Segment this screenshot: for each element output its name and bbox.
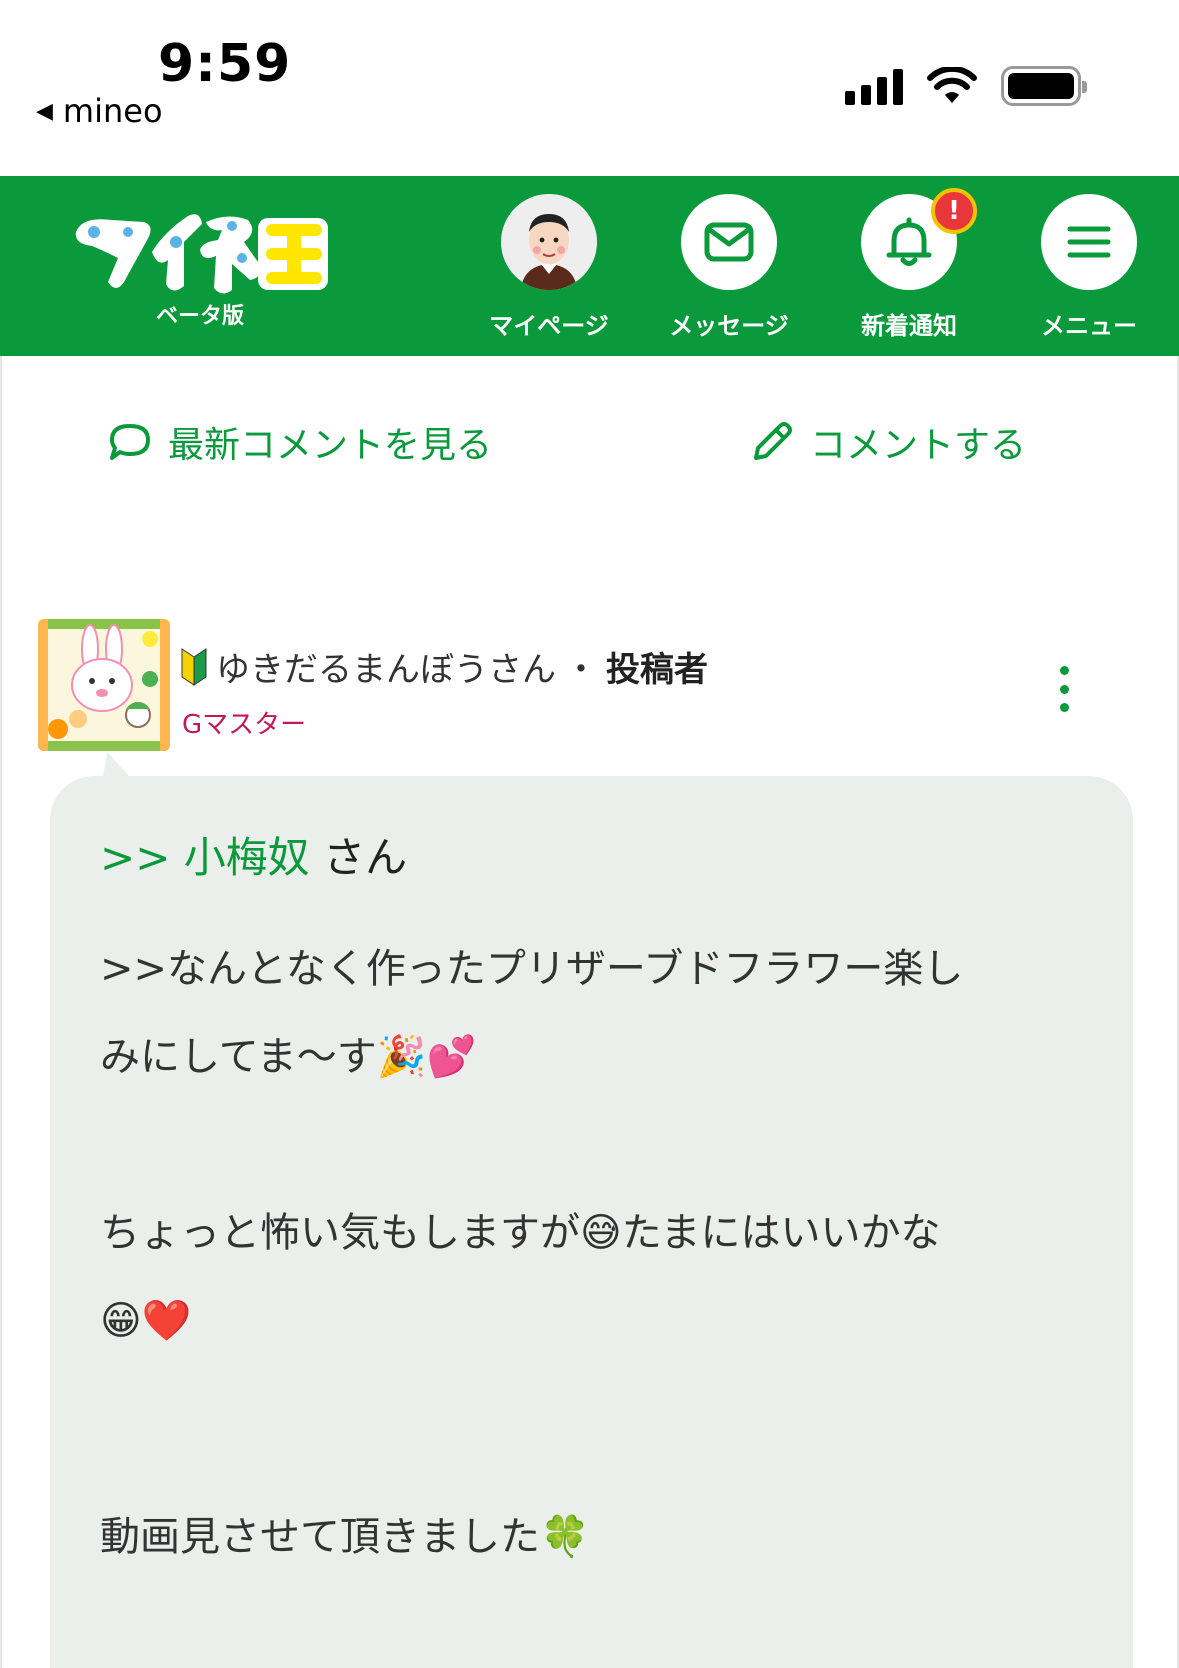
nav-mypage[interactable]: マイページ <box>474 194 624 341</box>
bell-icon <box>886 217 932 266</box>
poster-role: 投稿者 <box>606 650 708 690</box>
site-logo[interactable]: ベータ版 <box>72 202 332 329</box>
author-rank: Gマスター <box>182 710 307 740</box>
logo-beta-label: ベータ版 <box>156 304 245 329</box>
pencil-icon <box>754 422 792 460</box>
back-to-app-link[interactable]: ◀ mineo <box>36 92 163 130</box>
latest-comments-label: 最新コメントを見る <box>168 425 493 466</box>
hamburger-menu-icon <box>1067 226 1111 258</box>
rabbit-avatar-image <box>38 619 170 751</box>
cellular-signal-icon <box>845 67 903 105</box>
reply-prefix: >> <box>100 833 184 882</box>
commenter-avatar[interactable] <box>38 619 170 751</box>
author-name[interactable]: ゆきだるまんぼうさん <box>216 642 556 691</box>
comment-line: みにしてま〜す🎉💕 <box>100 1034 477 1080</box>
comment-item: ゆきだるまんぼうさん ・ 投稿者 Gマスター >> 小梅奴 さん >>なんとなく… <box>0 526 1179 1668</box>
nav-messages[interactable]: メッセージ <box>654 194 804 341</box>
nav-menu[interactable]: メニュー <box>1014 194 1164 341</box>
reply-to: >> 小梅奴 さん <box>100 824 1083 885</box>
bubble-tail <box>93 752 131 778</box>
latest-comments-link[interactable]: 最新コメントを見る <box>108 416 492 468</box>
battery-icon <box>1001 66 1087 106</box>
reply-suffix: さん <box>309 833 408 882</box>
wifi-icon <box>927 67 977 103</box>
speech-bubble-icon <box>110 424 150 460</box>
status-bar: 9:59 ◀ mineo <box>0 0 1179 176</box>
nav-messages-label: メッセージ <box>669 312 789 340</box>
status-time: 9:59 <box>158 34 292 94</box>
beginner-mark-icon <box>181 647 207 686</box>
comment-body: >>なんとなく作ったプリザーブドフラワー楽し みにしてま〜す🎉💕 ちょっと怖い気… <box>100 925 1083 1581</box>
write-comment-link[interactable]: コメントする <box>750 416 1026 468</box>
comment-line: ちょっと怖い気もしますが😅たまにはいいかな <box>100 1210 941 1256</box>
comment-line: 動画見させて頂きました🍀 <box>100 1514 590 1560</box>
nav-mypage-label: マイページ <box>489 312 609 340</box>
comment-line: >>なんとなく作ったプリザーブドフラワー楽し <box>100 946 964 992</box>
user-avatar-icon <box>501 194 597 290</box>
nav-menu-circle <box>1041 194 1137 290</box>
status-indicators <box>845 66 1087 106</box>
nav-menu-label: メニュー <box>1041 312 1137 340</box>
app-header: ベータ版 マイページ メッセージ ! 新着通知 メニュー <box>0 176 1179 356</box>
user-avatar <box>501 194 597 290</box>
back-arrow-icon: ◀ <box>36 98 53 124</box>
nav-notifications-circle: ! <box>861 188 977 290</box>
logo-mark <box>75 214 328 294</box>
notification-badge: ! <box>931 188 977 234</box>
nav-notifications-label: 新着通知 <box>861 312 957 340</box>
more-options-icon[interactable] <box>1052 666 1076 712</box>
reply-to-user-link[interactable]: 小梅奴 <box>184 833 310 882</box>
write-comment-label: コメントする <box>810 425 1027 466</box>
back-app-label: mineo <box>62 92 163 130</box>
comment-bubble: >> 小梅奴 さん >>なんとなく作ったプリザーブドフラワー楽し みにしてま〜す… <box>50 776 1133 1668</box>
comment-author: ゆきだるまんぼうさん ・ 投稿者 <box>180 642 708 691</box>
nav-notifications[interactable]: ! 新着通知 <box>834 188 984 341</box>
author-separator: ・ <box>564 650 598 690</box>
comment-line: 😁❤️ <box>100 1298 192 1344</box>
nav-messages-circle <box>681 194 777 290</box>
comment-actions: 最新コメントを見る コメントする <box>0 356 1179 526</box>
envelope-icon <box>704 222 754 262</box>
